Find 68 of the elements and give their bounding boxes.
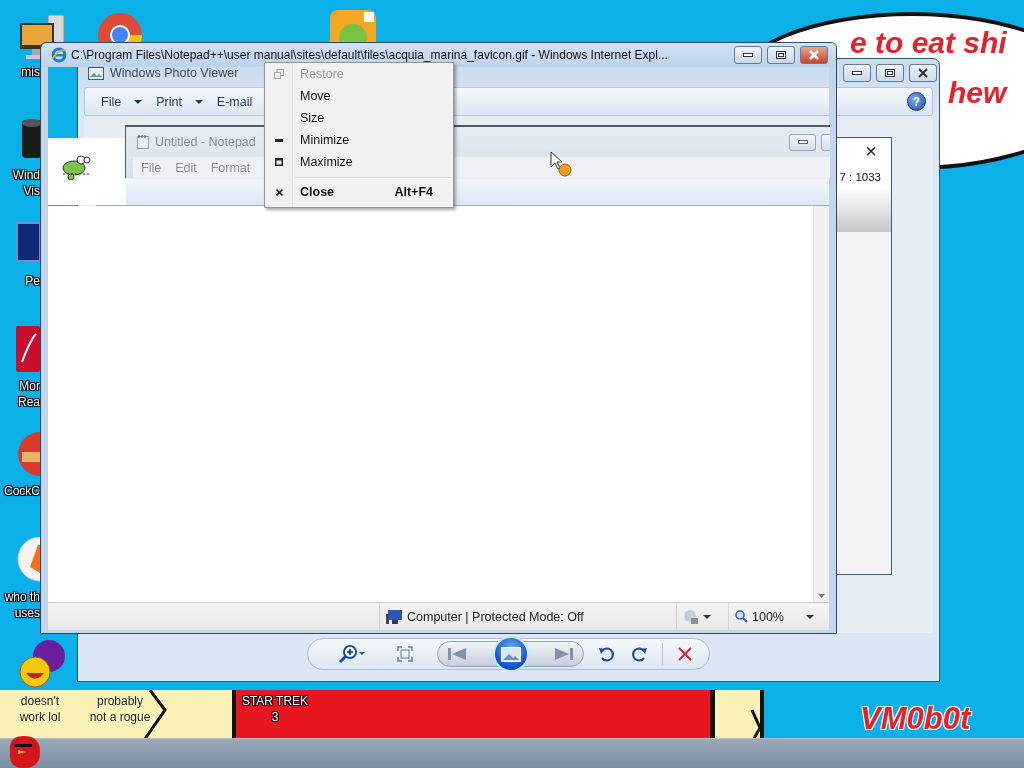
- close-icon: [808, 50, 820, 60]
- minimize-icon: [852, 71, 862, 75]
- window-title: Untitled - Notepad: [155, 135, 256, 149]
- rotate-right-icon[interactable]: [632, 646, 648, 662]
- bubble-text: e to eat shi: [850, 28, 1007, 58]
- icon-label: Pe: [24, 273, 40, 289]
- close-icon: [275, 188, 283, 196]
- close-button[interactable]: ×: [865, 141, 877, 161]
- picture-icon: [500, 646, 521, 662]
- icon-label: STAR TREK 3: [240, 693, 310, 725]
- icon-label: who th uses: [3, 589, 40, 621]
- bubble-text: hew: [948, 78, 1007, 108]
- signature-text: VM0b0t: [860, 703, 971, 734]
- smiley-icon[interactable]: [18, 640, 66, 688]
- restore-icon: [274, 69, 284, 79]
- caret-icon: [194, 99, 203, 104]
- previous-icon[interactable]: [448, 648, 466, 660]
- menu-item[interactable]: E-mail: [210, 92, 259, 111]
- picture-icon: [88, 66, 104, 80]
- menu-item[interactable]: Move: [265, 85, 453, 107]
- notepad-icon: [137, 135, 149, 149]
- menu-item[interactable]: Close Alt+F4: [265, 181, 453, 203]
- menu-item[interactable]: Print: [150, 92, 209, 111]
- zoom-icon: [735, 610, 748, 623]
- zone-text: Computer | Protected Mode: Off: [407, 609, 584, 624]
- window-title: C:\Program Files\Notepad++\user manual\sites\default\files\acquia_marina_favicon.gif - Windows Internet Expl...: [71, 48, 668, 62]
- maximize-icon: [776, 51, 786, 59]
- computer-icon: [386, 609, 403, 624]
- minimize-icon: [797, 140, 808, 144]
- icon-label: Mor Rea: [17, 378, 40, 410]
- caret-icon[interactable]: [806, 614, 814, 619]
- maximize-button[interactable]: [767, 46, 795, 64]
- document-icon[interactable]: [16, 326, 40, 372]
- caret-icon[interactable]: [703, 614, 711, 619]
- delete-icon[interactable]: [678, 647, 692, 661]
- menu-item[interactable]: Maximize: [265, 151, 453, 173]
- menu-item[interactable]: File: [95, 92, 149, 111]
- minimize-button[interactable]: [789, 133, 816, 151]
- close-button[interactable]: [909, 64, 937, 82]
- minimize-icon: [275, 138, 283, 142]
- close-icon: [917, 68, 929, 78]
- minimize-button[interactable]: [843, 64, 871, 82]
- scrollbar[interactable]: [813, 206, 829, 602]
- scroll-down-icon[interactable]: [818, 594, 825, 598]
- rotate-left-icon[interactable]: [598, 646, 614, 662]
- icon-label: CockC: [3, 483, 40, 499]
- minimize-button[interactable]: [734, 46, 762, 64]
- icon-label: probably not a rogue: [88, 693, 152, 725]
- frog-icon: [61, 154, 91, 180]
- menu-item[interactable]: Minimize: [265, 129, 453, 151]
- menu-item[interactable]: Size: [265, 107, 453, 129]
- maximize-icon: [275, 158, 283, 166]
- minimize-icon: [743, 53, 753, 57]
- browser-icon: [51, 47, 67, 63]
- maximize-icon: [885, 69, 895, 77]
- close-button[interactable]: [800, 46, 828, 64]
- icon-label: doesn't work lol: [18, 693, 62, 725]
- zoom-icon[interactable]: [338, 644, 366, 664]
- zoom-level[interactable]: 100%: [752, 609, 784, 624]
- caret-icon: [134, 99, 143, 104]
- next-icon[interactable]: [555, 648, 573, 660]
- fit-icon[interactable]: [397, 646, 413, 662]
- icon-label: Wind Vis: [11, 167, 40, 199]
- maximize-button[interactable]: [876, 64, 904, 82]
- slideshow-button[interactable]: [492, 636, 529, 672]
- icon-label: mis: [20, 64, 40, 80]
- window-title: Windows Photo Viewer: [110, 66, 239, 80]
- cursor-icon: [550, 151, 572, 177]
